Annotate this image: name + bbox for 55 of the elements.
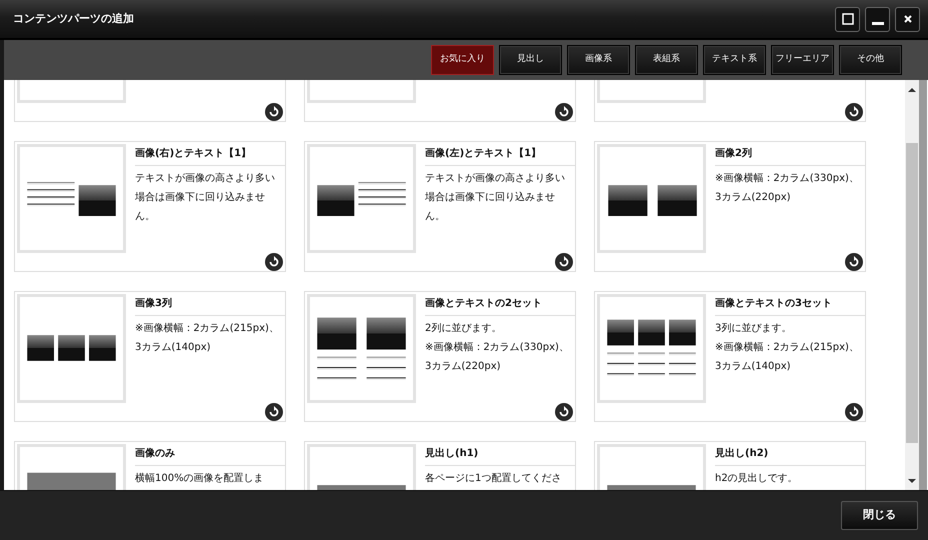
- part-card[interactable]: 画像2列 ※画像横幅：2カラム(330px)、3カラム(220px): [594, 141, 866, 272]
- reload-icon[interactable]: [265, 253, 283, 271]
- scrollbar[interactable]: [905, 80, 919, 490]
- part-card[interactable]: 画像とテキストの3セット 3列に並びます。 ※画像横幅：2カラム(215px)、3カラム(140px): [594, 291, 866, 422]
- category-tab[interactable]: フリーエリア: [771, 45, 834, 75]
- part-card[interactable]: 画像のみ 横幅100%の画像を配置しま: [14, 441, 286, 490]
- reload-icon[interactable]: [845, 403, 863, 421]
- part-card[interactable]: 画像3列 ※画像横幅：2カラム(215px)、3カラム(140px): [14, 291, 286, 422]
- part-description: テキストが画像の高さより多い場合は画像下に回り込みません。: [425, 172, 566, 224]
- close-button[interactable]: [895, 6, 920, 32]
- part-description: ※画像横幅：2カラム(330px)、3カラム(220px): [715, 172, 860, 205]
- part-title: 見出し(h1): [425, 442, 575, 466]
- part-title: 画像とテキストの2セット: [425, 292, 575, 316]
- reload-icon[interactable]: [555, 253, 573, 271]
- part-description: ※画像横幅：2カラム(215px)、3カラム(140px): [135, 322, 280, 355]
- part-description: 3列に並びます。 ※画像横幅：2カラム(215px)、3カラム(140px): [715, 322, 860, 374]
- category-tab[interactable]: その他: [839, 45, 902, 75]
- part-title: 画像(右)とテキスト【1】: [135, 142, 285, 166]
- part-description: h2の見出しです。: [715, 472, 799, 486]
- part-title: 画像(左)とテキスト【1】: [425, 142, 575, 166]
- reload-icon[interactable]: [265, 103, 283, 121]
- category-tab[interactable]: テキスト系: [703, 45, 766, 75]
- reload-icon[interactable]: [555, 403, 573, 421]
- category-tab[interactable]: 表組系: [635, 45, 698, 75]
- part-title: 画像とテキストの3セット: [715, 292, 865, 316]
- reload-icon[interactable]: [555, 103, 573, 121]
- part-description: 各ページに1つ配置してくださ: [425, 472, 562, 486]
- minimize-button[interactable]: [865, 6, 890, 32]
- scroll-down-icon[interactable]: [908, 478, 916, 484]
- part-title: 画像のみ: [135, 442, 285, 466]
- close-button[interactable]: 閉じる: [841, 501, 918, 530]
- category-tab[interactable]: 画像系: [567, 45, 630, 75]
- close-icon: [902, 13, 914, 25]
- part-title: 見出し(h2): [715, 442, 865, 466]
- part-card[interactable]: 画像(右)とテキスト【1】 テキストが画像の高さより多い場合は画像下に回り込みません。: [14, 141, 286, 272]
- part-card[interactable]: 画像(左)とテキスト【1】 テキストが画像の高さより多い場合は画像下に回り込みません。: [304, 141, 576, 272]
- category-tab[interactable]: 見出し: [499, 45, 562, 75]
- part-card[interactable]: 見出し(h1) 各ページに1つ配置してくださ: [304, 441, 576, 490]
- part-description: 2列に並びます。 ※画像横幅：2カラム(330px)、3カラム(220px): [425, 322, 570, 374]
- reload-icon[interactable]: [845, 253, 863, 271]
- part-card[interactable]: 画像とテキストの2セット 2列に並びます。 ※画像横幅：2カラム(330px)、3カラム(220px): [304, 291, 576, 422]
- reload-icon[interactable]: [265, 403, 283, 421]
- category-tab[interactable]: お気に入り: [431, 45, 494, 75]
- part-title: 画像2列: [715, 142, 865, 166]
- part-description: 横幅100%の画像を配置しま: [135, 472, 265, 486]
- scroll-thumb[interactable]: [906, 143, 918, 443]
- scroll-up-icon[interactable]: [908, 87, 916, 93]
- reload-icon[interactable]: [845, 103, 863, 121]
- part-description: テキストが画像の高さより多い場合は画像下に回り込みません。: [135, 172, 276, 224]
- window-title: コンテンツパーツの追加: [13, 10, 135, 27]
- maximize-button[interactable]: [835, 6, 860, 32]
- minimize-icon: [872, 22, 884, 24]
- part-title: 画像3列: [135, 292, 285, 316]
- part-card[interactable]: 見出し(h2) h2の見出しです。: [594, 441, 866, 490]
- maximize-icon: [842, 13, 854, 25]
